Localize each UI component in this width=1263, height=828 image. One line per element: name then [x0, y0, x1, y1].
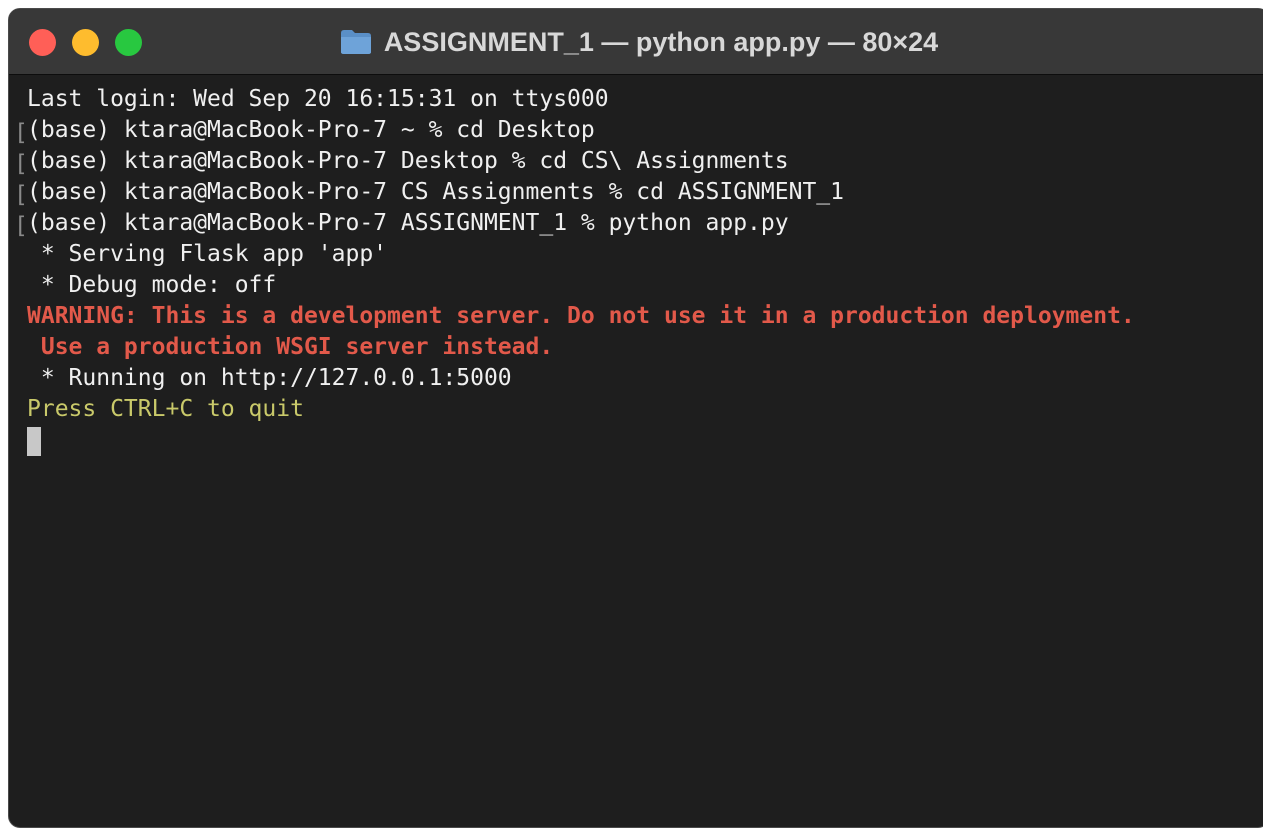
terminal-line-text: * Running on http://127.0.0.1:5000 — [27, 365, 512, 391]
line-marker: [ — [14, 151, 28, 177]
terminal-line-text: * Debug mode: off — [27, 272, 277, 298]
terminal-line: * Serving Flask app 'app' — [27, 239, 1263, 270]
terminal-line: [(base) ktara@MacBook-Pro-7 ASSIGNMENT_1… — [14, 208, 1263, 239]
terminal-output[interactable]: Last login: Wed Sep 20 16:15:31 on ttys0… — [9, 75, 1263, 827]
terminal-line-text: Last login: Wed Sep 20 16:15:31 on ttys0… — [27, 86, 609, 112]
terminal-line: [(base) ktara@MacBook-Pro-7 CS Assignmen… — [14, 177, 1263, 208]
terminal-line: [(base) ktara@MacBook-Pro-7 Desktop % cd… — [14, 146, 1263, 177]
terminal-line: [(base) ktara@MacBook-Pro-7 ~ % cd Deskt… — [14, 115, 1263, 146]
terminal-line: * Debug mode: off — [27, 270, 1263, 301]
terminal-line: WARNING: This is a development server. D… — [27, 301, 1263, 332]
text-cursor — [27, 427, 41, 456]
terminal-line-text: * Serving Flask app 'app' — [27, 241, 388, 267]
terminal-line-text: WARNING: This is a development server. D… — [27, 303, 1135, 329]
prompt-line[interactable] — [27, 425, 1263, 456]
folder-icon — [340, 29, 372, 55]
line-marker: [ — [14, 213, 28, 239]
terminal-line: Use a production WSGI server instead. — [27, 332, 1263, 363]
line-marker: [ — [14, 120, 28, 146]
terminal-line: Last login: Wed Sep 20 16:15:31 on ttys0… — [27, 84, 1263, 115]
terminal-line: * Running on http://127.0.0.1:5000 — [27, 363, 1263, 394]
terminal-line-text: (base) ktara@MacBook-Pro-7 ~ % cd Deskto… — [27, 117, 595, 143]
terminal-window: ASSIGNMENT_1 — python app.py — 80×24 Las… — [8, 8, 1263, 828]
terminal-line-text: Press CTRL+C to quit — [27, 396, 304, 422]
terminal-line-text: (base) ktara@MacBook-Pro-7 ASSIGNMENT_1 … — [27, 210, 789, 236]
window-title-text: ASSIGNMENT_1 — python app.py — 80×24 — [383, 26, 939, 57]
title-bar[interactable]: ASSIGNMENT_1 — python app.py — 80×24 — [9, 9, 1263, 75]
terminal-line-text: Use a production WSGI server instead. — [27, 334, 554, 360]
line-marker: [ — [14, 182, 28, 208]
terminal-line: Press CTRL+C to quit — [27, 394, 1263, 425]
terminal-line-text: (base) ktara@MacBook-Pro-7 Desktop % cd … — [27, 148, 789, 174]
terminal-line-text: (base) ktara@MacBook-Pro-7 CS Assignment… — [27, 179, 844, 205]
window-title: ASSIGNMENT_1 — python app.py — 80×24 — [9, 9, 1263, 75]
